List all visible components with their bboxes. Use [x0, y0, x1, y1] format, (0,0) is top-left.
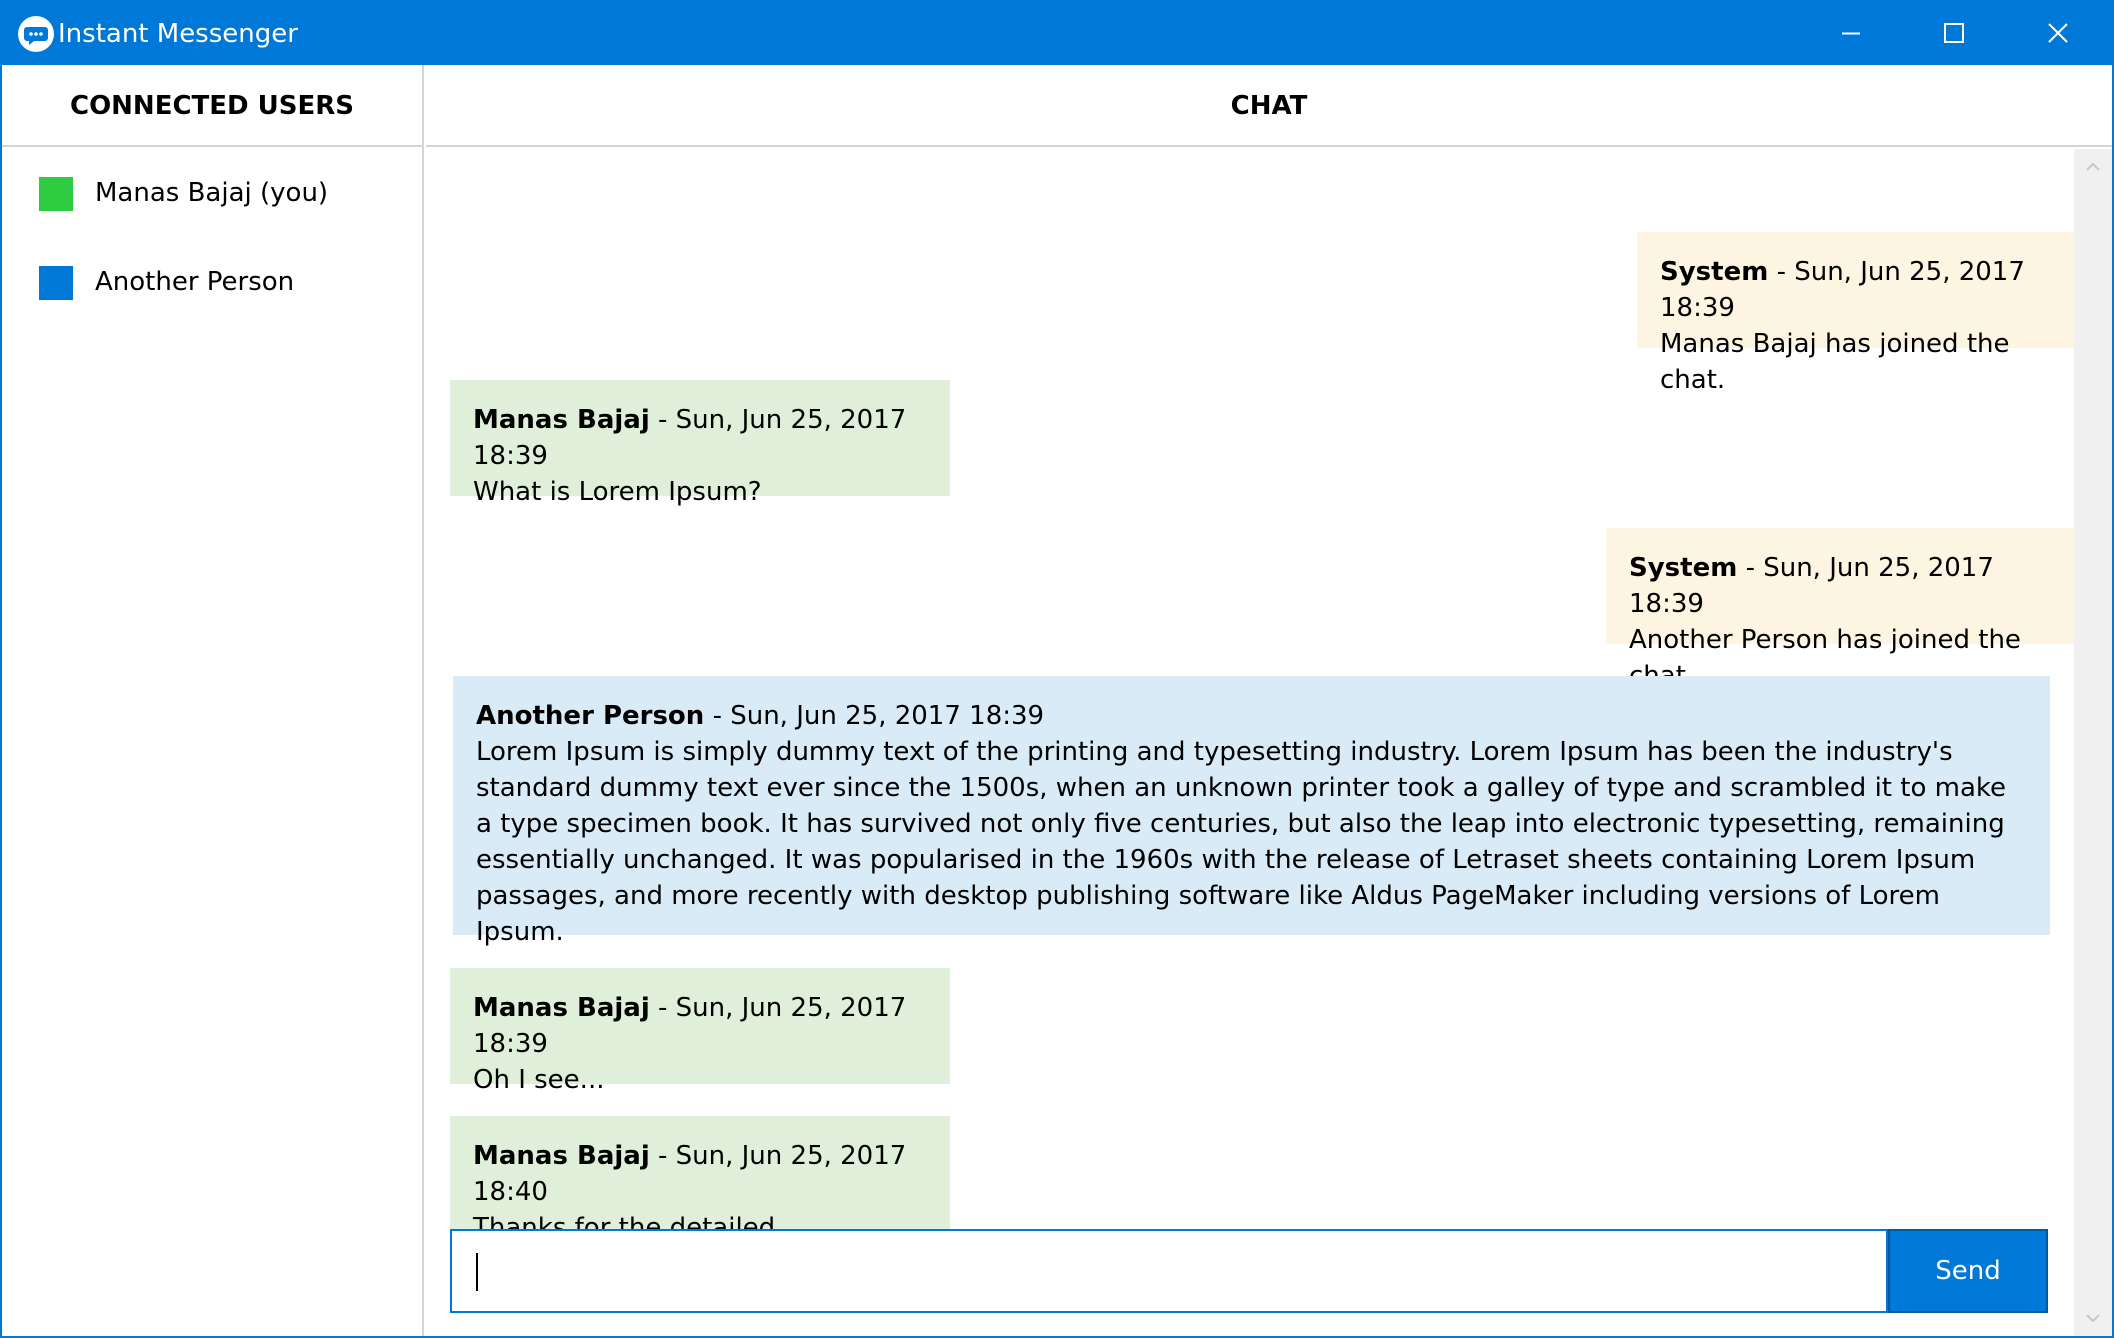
- message-text: Lorem Ipsum is simply dummy text of the …: [476, 737, 2007, 947]
- message-input[interactable]: [450, 1229, 1888, 1313]
- user-name: Manas Bajaj (you): [95, 178, 329, 208]
- chat-scrollbar[interactable]: [2074, 149, 2112, 1336]
- user-item-another-person[interactable]: Another Person: [2, 254, 422, 314]
- own-message: Manas Bajaj - Sun, Jun 25, 2017 18:39 Oh…: [450, 968, 950, 1095]
- chevron-down-icon: [2086, 1314, 2100, 1323]
- chat-panel: CHAT System - Sun, Jun 25, 2017 18:39 Ma…: [426, 65, 2112, 1336]
- text-caret: [476, 1253, 478, 1291]
- message-sender: Manas Bajaj: [473, 993, 650, 1023]
- message-sender: System: [1629, 553, 1738, 583]
- message-list[interactable]: System - Sun, Jun 25, 2017 18:39 Manas B…: [426, 149, 2074, 1279]
- incoming-message: Another Person - Sun, Jun 25, 2017 18:39…: [453, 676, 2050, 947]
- message-text: Oh I see...: [473, 1065, 605, 1095]
- minimize-button[interactable]: [1799, 2, 1903, 65]
- maximize-button[interactable]: [1902, 2, 2006, 65]
- system-message: System - Sun, Jun 25, 2017 18:39 Manas B…: [1637, 232, 2074, 395]
- send-button[interactable]: Send: [1888, 1229, 2048, 1313]
- message-timestamp: - Sun, Jun 25, 2017 18:39: [704, 701, 1045, 731]
- chevron-up-icon: [2086, 162, 2100, 171]
- close-icon: [2048, 23, 2068, 43]
- message-sender: Another Person: [476, 701, 705, 731]
- own-message: Manas Bajaj - Sun, Jun 25, 2017 18:40 Th…: [450, 1116, 950, 1279]
- user-status-square: [39, 177, 73, 211]
- message-text: What is Lorem Ipsum?: [473, 477, 762, 507]
- message-sender: System: [1660, 257, 1769, 287]
- message-sender: Manas Bajaj: [473, 1141, 650, 1171]
- message-text: Manas Bajaj has joined the chat.: [1660, 329, 2010, 395]
- maximize-icon: [1944, 23, 1964, 43]
- connected-users-header: CONNECTED USERS: [2, 65, 422, 147]
- messenger-window: Instant Messenger CONNECTED USERS Manas …: [0, 0, 2114, 1338]
- user-status-square: [39, 266, 73, 300]
- system-message: System - Sun, Jun 25, 2017 18:39 Another…: [1606, 528, 2074, 691]
- connected-users-panel: CONNECTED USERS Manas Bajaj (you) Anothe…: [2, 65, 424, 1336]
- scroll-up-button[interactable]: [2074, 149, 2112, 183]
- own-message: Manas Bajaj - Sun, Jun 25, 2017 18:39 Wh…: [450, 380, 950, 507]
- scroll-down-button[interactable]: [2074, 1302, 2112, 1336]
- chat-bubble-icon: [18, 16, 54, 52]
- user-item-manas-bajaj[interactable]: Manas Bajaj (you): [2, 165, 422, 225]
- title-bar[interactable]: Instant Messenger: [2, 2, 2112, 65]
- window-title: Instant Messenger: [58, 19, 298, 49]
- message-sender: Manas Bajaj: [473, 405, 650, 435]
- close-button[interactable]: [2006, 2, 2110, 65]
- user-name: Another Person: [95, 267, 295, 297]
- chat-header: CHAT: [426, 65, 2112, 147]
- minimize-icon: [1842, 32, 1860, 35]
